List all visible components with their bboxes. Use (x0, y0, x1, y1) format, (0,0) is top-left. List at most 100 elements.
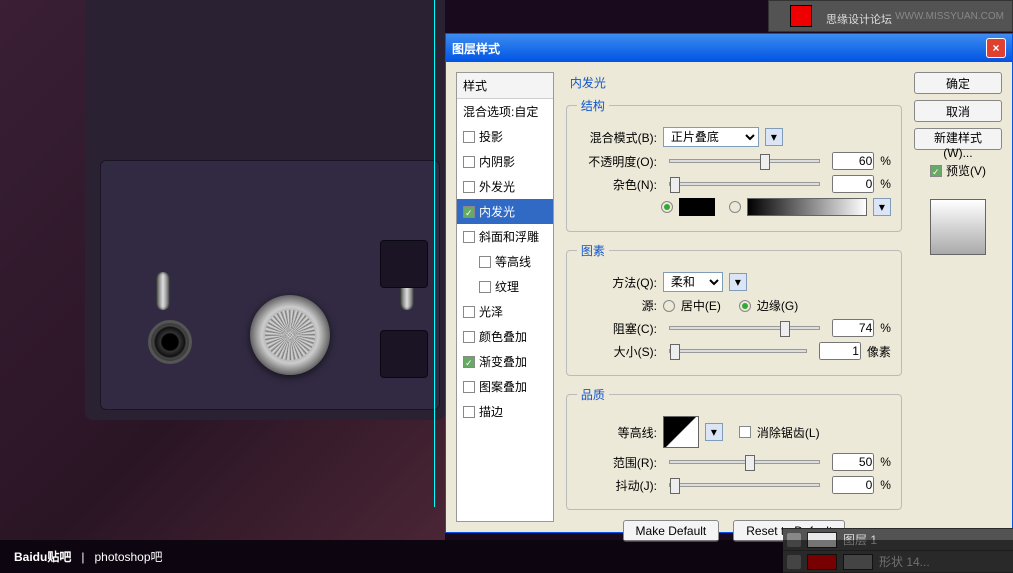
style-checkbox[interactable] (463, 181, 475, 193)
opacity-unit: % (880, 154, 891, 168)
source-label: 源: (577, 297, 657, 314)
blending-options-row[interactable]: 混合选项:自定 (457, 99, 553, 124)
choke-unit: % (880, 321, 891, 335)
choke-input[interactable] (832, 319, 874, 337)
range-slider[interactable] (669, 460, 820, 464)
style-item[interactable]: 颜色叠加 (457, 324, 553, 349)
style-label: 内发光 (479, 203, 515, 220)
jitter-input[interactable] (832, 476, 874, 494)
style-label: 等高线 (495, 253, 531, 270)
source-center-radio[interactable] (663, 300, 675, 312)
size-slider[interactable] (669, 349, 807, 353)
section-title: 内发光 (570, 74, 902, 91)
style-checkbox[interactable] (463, 156, 475, 168)
antialias-checkbox[interactable] (739, 426, 751, 438)
pill-button-left (156, 272, 170, 310)
color-radio[interactable] (661, 201, 673, 213)
choke-slider[interactable] (669, 326, 820, 330)
style-checkbox[interactable] (463, 206, 475, 218)
noise-unit: % (880, 177, 891, 191)
contour-picker[interactable] (663, 416, 699, 448)
cancel-button[interactable]: 取消 (914, 100, 1002, 122)
range-unit: % (880, 455, 891, 469)
style-item[interactable]: 图案叠加 (457, 374, 553, 399)
noise-slider[interactable] (669, 182, 820, 186)
size-input[interactable] (819, 342, 861, 360)
elements-group: 图素 方法(Q): 柔和 ▾ 源: 居中(E) 边缘(G) 阻塞(C): (566, 242, 902, 376)
source-edge-label: 边缘(G) (757, 297, 798, 314)
gradient-preview[interactable] (747, 198, 867, 216)
quality-group: 品质 等高线: ▾ 消除锯齿(L) 范围(R): % 抖动(J): (566, 386, 902, 510)
blend-mode-select[interactable]: 正片叠底 (663, 127, 759, 147)
guide-vertical (434, 0, 435, 507)
style-item[interactable]: 纹理 (457, 274, 553, 299)
dialog-title: 图层样式 (452, 40, 500, 57)
style-checkbox[interactable] (463, 356, 475, 368)
style-label: 描边 (479, 403, 503, 420)
opacity-input[interactable] (832, 152, 874, 170)
style-item[interactable]: 外发光 (457, 174, 553, 199)
technique-select[interactable]: 柔和 (663, 272, 723, 292)
ok-button[interactable]: 确定 (914, 72, 1002, 94)
square-button-2 (380, 240, 428, 288)
choke-label: 阻塞(C): (577, 320, 657, 337)
preview-label: 预览(V) (946, 162, 986, 179)
style-checkbox[interactable] (463, 306, 475, 318)
range-input[interactable] (832, 453, 874, 471)
style-label: 渐变叠加 (479, 353, 527, 370)
technique-label: 方法(Q): (577, 274, 657, 291)
style-label: 外发光 (479, 178, 515, 195)
glow-color-swatch[interactable] (679, 198, 715, 216)
style-item[interactable]: 内发光 (457, 199, 553, 224)
style-checkbox[interactable] (479, 281, 491, 293)
footer-bar: Baidu贴吧 | photoshop吧 (0, 540, 1013, 573)
gradient-radio[interactable] (729, 201, 741, 213)
style-checkbox[interactable] (463, 406, 475, 418)
noise-input[interactable] (832, 175, 874, 193)
preview-checkbox[interactable] (930, 165, 942, 177)
style-item[interactable]: 内阴影 (457, 149, 553, 174)
style-checkbox[interactable] (463, 231, 475, 243)
noise-label: 杂色(N): (577, 176, 657, 193)
close-icon[interactable]: × (986, 38, 1006, 58)
make-default-button[interactable]: Make Default (623, 520, 720, 542)
watermark-text: WWW.MISSYUAN.COM (895, 11, 1004, 22)
style-checkbox[interactable] (479, 256, 491, 268)
foreground-color-swatch[interactable] (790, 5, 812, 27)
canvas-background (0, 0, 445, 540)
chevron-down-icon[interactable]: ▾ (765, 128, 783, 146)
style-label: 纹理 (495, 278, 519, 295)
contour-label: 等高线: (577, 424, 657, 441)
range-label: 范围(R): (577, 454, 657, 471)
style-item[interactable]: 描边 (457, 399, 553, 424)
dialog-side-buttons: 确定 取消 新建样式(W)... 预览(V) (914, 72, 1002, 522)
chevron-down-icon[interactable]: ▾ (873, 198, 891, 216)
style-item[interactable]: 光泽 (457, 299, 553, 324)
style-checkbox[interactable] (463, 131, 475, 143)
layer-style-dialog: 图层样式 × 样式 混合选项:自定 投影内阴影外发光内发光斜面和浮雕等高线纹理光… (445, 33, 1013, 533)
footer-separator: | (81, 550, 84, 564)
style-checkbox[interactable] (463, 331, 475, 343)
style-item[interactable]: 渐变叠加 (457, 349, 553, 374)
style-item[interactable]: 投影 (457, 124, 553, 149)
size-unit: 像素 (867, 343, 891, 360)
chevron-down-icon[interactable]: ▾ (705, 423, 723, 441)
style-checkbox[interactable] (463, 381, 475, 393)
footer-forum-name: photoshop吧 (94, 548, 162, 565)
square-button-1 (380, 330, 428, 378)
style-label: 斜面和浮雕 (479, 228, 539, 245)
style-item[interactable]: 斜面和浮雕 (457, 224, 553, 249)
style-label: 投影 (479, 128, 503, 145)
source-edge-radio[interactable] (739, 300, 751, 312)
style-label: 颜色叠加 (479, 328, 527, 345)
dialog-titlebar[interactable]: 图层样式 × (446, 34, 1012, 62)
jitter-slider[interactable] (669, 483, 820, 487)
chevron-down-icon[interactable]: ▾ (729, 273, 747, 291)
preview-swatch (930, 199, 986, 255)
style-label: 内阴影 (479, 153, 515, 170)
opacity-slider[interactable] (669, 159, 820, 163)
new-style-button[interactable]: 新建样式(W)... (914, 128, 1002, 150)
style-item[interactable]: 等高线 (457, 249, 553, 274)
volume-knob (250, 295, 330, 375)
styles-header[interactable]: 样式 (457, 73, 553, 99)
